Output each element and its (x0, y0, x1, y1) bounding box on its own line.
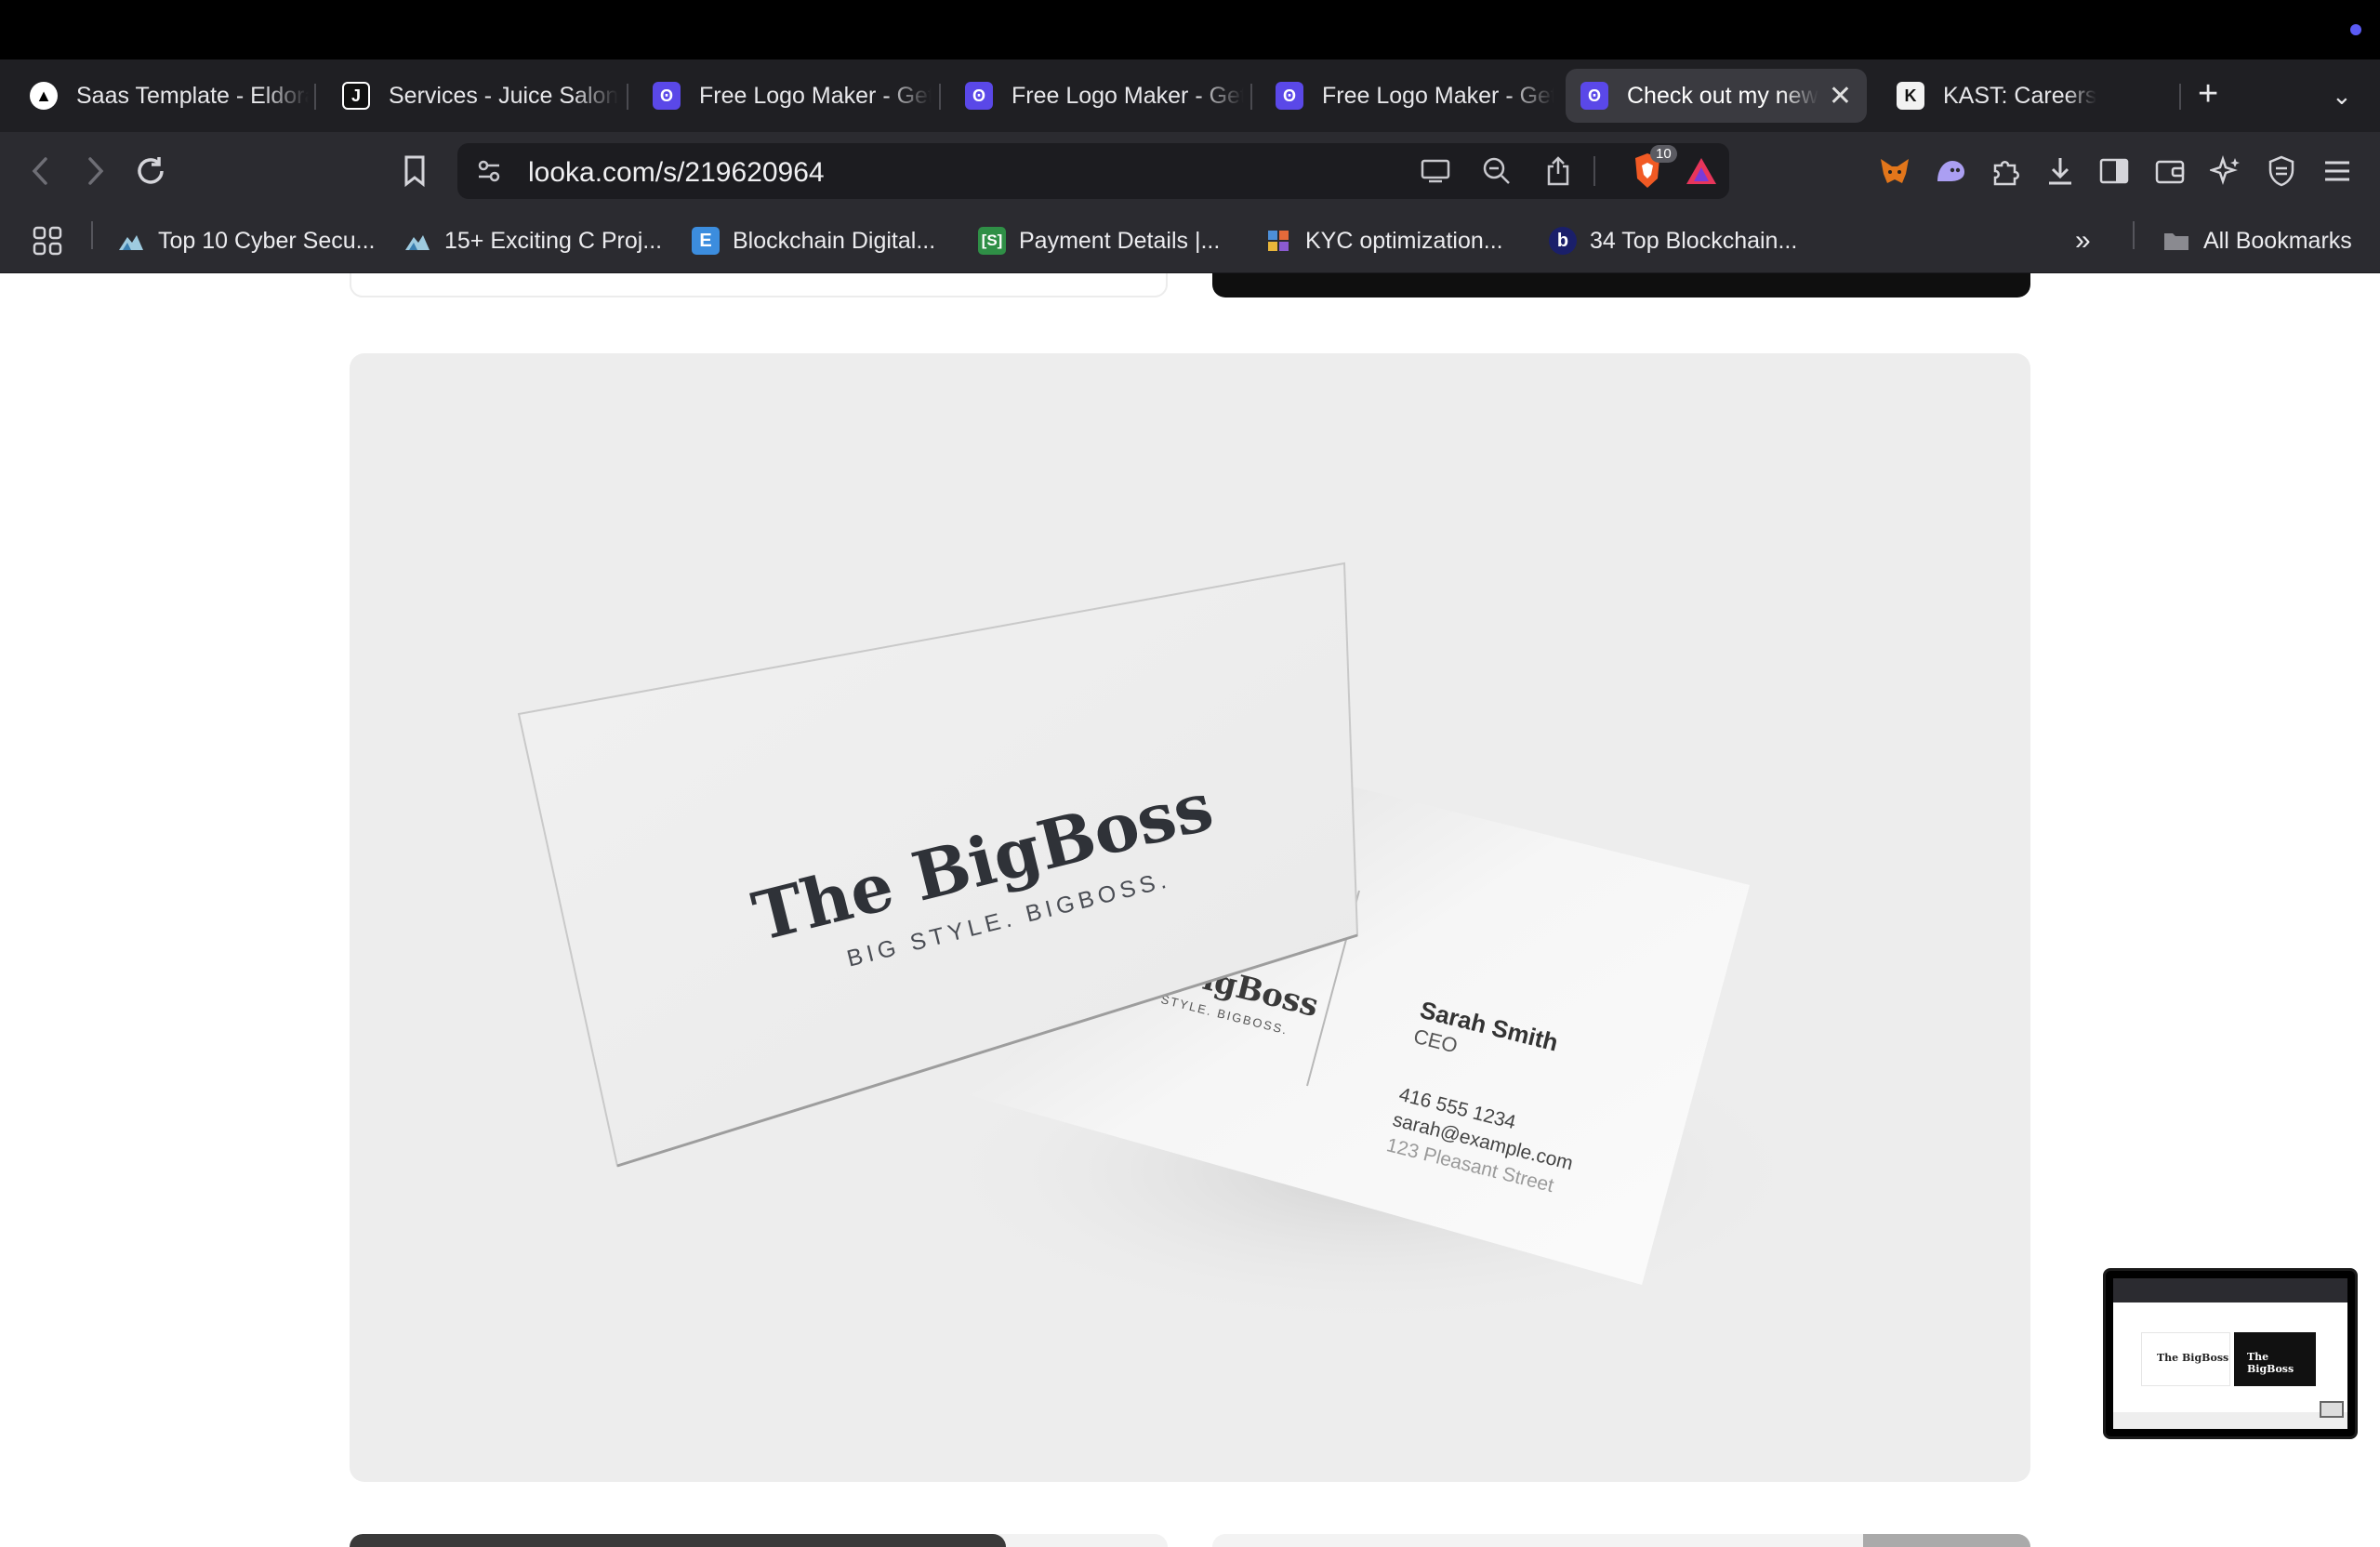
tab-label: Check out my new (1627, 82, 1818, 109)
kast-icon: K (1897, 82, 1924, 110)
mountain-icon (403, 227, 431, 255)
tab-label: Free Logo Maker - Get (1012, 82, 1244, 109)
thumbnail-card-dark: The BigBoss (2234, 1332, 2316, 1386)
all-bookmarks-folder[interactable]: All Bookmarks (2162, 223, 2352, 258)
eldora-triangle-icon: ▲ (30, 82, 58, 110)
bookmarks-separator (2133, 221, 2135, 249)
thumbnail-content: The BigBoss The BigBoss (2113, 1278, 2347, 1429)
tab-free-logo-maker-3[interactable]: ʘ Free Logo Maker - Get (1261, 69, 1554, 123)
leo-ai-sparkle-icon[interactable] (2205, 151, 2246, 192)
tab-services-juice-salon[interactable]: J Services - Juice Salon (327, 69, 621, 123)
phantom-ghost-icon[interactable] (1930, 151, 1971, 192)
next-mockup-card-right[interactable] (1212, 1534, 2030, 1547)
tab-label: Services - Juice Salon (389, 82, 619, 109)
tab-free-logo-maker-1[interactable]: ʘ Free Logo Maker - Get (638, 69, 932, 123)
juice-logo-icon: J (342, 82, 370, 110)
tab-separator (939, 84, 941, 110)
bookmark-item[interactable]: 15+ Exciting C Proj... (403, 223, 662, 258)
browser-toolbar: looka.com/s/219620964 10 (0, 132, 2380, 208)
looka-icon: ʘ (1276, 82, 1303, 110)
metamask-fox-icon[interactable] (1874, 151, 1915, 192)
thumbnail-card-light: The BigBoss (2141, 1332, 2230, 1386)
zoom-out-icon[interactable] (1478, 152, 1515, 190)
url-divider (1593, 156, 1595, 186)
bookmarks-bar: Top 10 Cyber Secu... 15+ Exciting C Proj… (0, 208, 2380, 273)
bookmark-item[interactable]: KYC optimization... (1264, 223, 1503, 258)
bookmark-item[interactable]: E Blockchain Digital... (692, 223, 935, 258)
back-arrow-icon[interactable] (20, 151, 61, 192)
bookmark-item[interactable]: Top 10 Cyber Secu... (117, 223, 375, 258)
tab-kast-careers[interactable]: K KAST: Careers (1882, 69, 2175, 123)
b-circle-icon: b (1549, 227, 1577, 255)
folder-icon (2162, 227, 2190, 255)
shields-count-badge: 10 (1650, 145, 1677, 163)
tab-list-chevron-icon[interactable]: ⌄ (2332, 82, 2352, 111)
all-bookmarks-label: All Bookmarks (2203, 227, 2352, 254)
forward-arrow-icon[interactable] (74, 151, 115, 192)
sidebar-toggle-icon[interactable] (2094, 151, 2135, 192)
wallet-icon[interactable] (2149, 151, 2190, 192)
bookmark-label: 15+ Exciting C Proj... (444, 227, 663, 254)
share-icon[interactable] (1540, 152, 1577, 190)
looka-icon: ʘ (653, 82, 681, 110)
reload-icon[interactable] (130, 151, 171, 192)
kyc-icon (1264, 227, 1292, 255)
tab-label: Saas Template - Eldora (76, 82, 309, 109)
thumbnail-bottom (2113, 1412, 2347, 1429)
screenshot-thumbnail-preview[interactable]: The BigBoss The BigBoss (2103, 1268, 2358, 1439)
business-card-mockup[interactable]: BigBoss STYLE. BIGBOSS. Sarah Smith CEO … (350, 353, 2030, 1482)
system-menu-bar (0, 0, 2380, 60)
looka-icon: ʘ (965, 82, 993, 110)
bookmark-label: Top 10 Cyber Secu... (158, 227, 376, 254)
bookmark-label: Blockchain Digital... (733, 227, 936, 254)
bookmarks-separator (91, 221, 93, 249)
tab-label: KAST: Careers (1943, 82, 2097, 109)
next-mockup-card-left[interactable] (350, 1534, 1168, 1547)
address-bar[interactable]: looka.com/s/219620964 10 (457, 143, 1729, 199)
page-content: BigBoss STYLE. BIGBOSS. Sarah Smith CEO … (0, 273, 2380, 1547)
bookmark-label: Payment Details |... (1019, 227, 1221, 254)
tab-saas-template[interactable]: ▲ Saas Template - Eldora (15, 69, 309, 123)
thumbnail-browser-chrome (2113, 1278, 2347, 1302)
tab-check-out-my-new[interactable]: ʘ Check out my new ✕ (1566, 69, 1867, 123)
tab-separator (2179, 84, 2181, 110)
cast-icon[interactable] (1417, 152, 1454, 190)
thumbnail-right-text: The BigBoss (2247, 1351, 2294, 1375)
tab-free-logo-maker-2[interactable]: ʘ Free Logo Maker - Get (950, 69, 1244, 123)
bookmark-label: KYC optimization... (1305, 227, 1503, 254)
status-dot (2350, 24, 2361, 35)
bookmark-page-icon[interactable] (394, 151, 435, 192)
bookmark-label: 34 Top Blockchain... (1590, 227, 1798, 254)
tab-separator (627, 84, 628, 110)
main-menu-hamburger-icon[interactable] (2317, 151, 2358, 192)
close-tab-icon[interactable]: ✕ (1829, 80, 1852, 112)
apps-grid-icon[interactable] (32, 223, 63, 258)
tab-strip: ▲ Saas Template - Eldora J Services - Ju… (0, 60, 2380, 132)
new-tab-plus-icon[interactable]: + (2198, 74, 2218, 114)
business-card-scene: BigBoss STYLE. BIGBOSS. Sarah Smith CEO … (517, 562, 1818, 1329)
vpn-shield-icon[interactable] (2261, 151, 2302, 192)
site-settings-icon[interactable] (470, 152, 508, 190)
thumbnail-mini-window-icon (2320, 1401, 2344, 1418)
mountain-icon (117, 227, 145, 255)
url-text[interactable]: looka.com/s/219620964 (528, 157, 825, 189)
extensions-puzzle-icon[interactable] (1986, 151, 2027, 192)
thumbnail-left-text: The BigBoss (2157, 1352, 2229, 1364)
bookmark-item[interactable]: [S] Payment Details |... (978, 223, 1220, 258)
previous-mockup-card-dark[interactable] (1212, 273, 2030, 298)
tab-separator (314, 84, 316, 110)
tab-label: Free Logo Maker - Get (1322, 82, 1554, 109)
tab-separator (1250, 84, 1252, 110)
downloads-icon[interactable] (2040, 151, 2081, 192)
s-bracket-icon: [S] (978, 227, 1006, 255)
brave-rewards-icon[interactable] (1683, 152, 1720, 190)
looka-icon: ʘ (1580, 82, 1608, 110)
tab-label: Free Logo Maker - Get (699, 82, 932, 109)
more-bookmarks-chevron-icon[interactable]: » (2075, 223, 2091, 258)
previous-mockup-card-light[interactable] (350, 273, 1168, 298)
e-icon: E (692, 227, 720, 255)
bookmark-item[interactable]: b 34 Top Blockchain... (1549, 223, 1797, 258)
